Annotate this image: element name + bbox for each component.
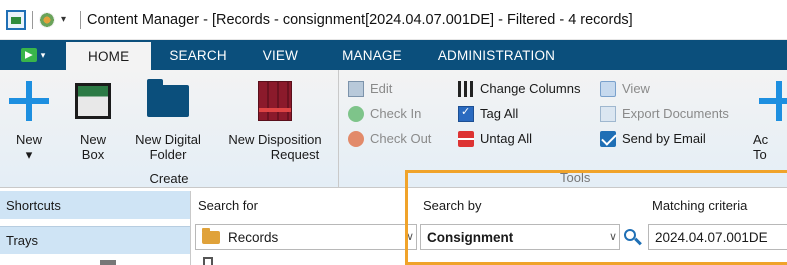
result-row-icon: [203, 257, 213, 265]
new-box-line1: New: [79, 132, 106, 147]
new-disposition-request-button[interactable]: New Disposition Request: [214, 76, 336, 162]
check-out-button[interactable]: Check Out: [348, 130, 431, 147]
ribbon-panel: New ▾ New Box New Digital Folder New Dis…: [0, 70, 787, 188]
change-columns-label: Change Columns: [480, 81, 581, 96]
ribbon-tab-bar: ▾ HOME SEARCH VIEW MANAGE ADMINISTRATION: [0, 40, 787, 70]
folder-icon: [147, 79, 189, 117]
app-logo-icon[interactable]: [6, 9, 26, 30]
new-box-line2: Box: [81, 147, 105, 162]
tag-all-icon: [458, 105, 474, 122]
quick-access-dropdown-icon[interactable]: ▾: [61, 14, 66, 25]
tools-group-label: Tools: [560, 170, 591, 185]
matching-criteria-label: Matching criteria: [652, 198, 748, 213]
new-button-label: New: [15, 132, 42, 147]
tray-item-stub: [100, 260, 116, 265]
trays-header[interactable]: Trays: [0, 226, 190, 254]
title-separator: [32, 10, 33, 29]
columns-icon: [458, 80, 474, 97]
tag-all-label: Tag All: [480, 106, 519, 121]
tab-view[interactable]: VIEW: [245, 40, 316, 70]
change-columns-button[interactable]: Change Columns: [458, 80, 580, 97]
search-handle: [634, 237, 642, 246]
new-disposition-line1: New Disposition: [228, 132, 322, 147]
new-disposition-line2: Request: [270, 147, 320, 162]
view-button[interactable]: View: [600, 80, 729, 97]
title-bar: ▾ Content Manager - [Records - consignme…: [0, 0, 787, 40]
tools-column-3: View Export Documents Send by Email: [600, 80, 729, 147]
export-documents-button[interactable]: Export Documents: [600, 105, 729, 122]
search-by-dropdown[interactable]: Consignment ∨: [420, 224, 620, 250]
check-out-label: Check Out: [370, 131, 432, 146]
search-for-value: Records: [228, 229, 279, 245]
search-icon[interactable]: [622, 227, 642, 251]
search-by-label: Search by: [423, 198, 482, 213]
plus-icon: [9, 81, 49, 121]
tab-manage[interactable]: MANAGE: [324, 40, 420, 70]
add-to-line1: Ac: [753, 132, 769, 147]
search-by-value: Consignment: [427, 229, 514, 245]
tag-all-button[interactable]: Tag All: [458, 105, 580, 122]
search-for-label: Search for: [198, 198, 258, 213]
quick-access-icon[interactable]: [39, 11, 55, 28]
edit-icon: [348, 80, 364, 97]
view-icon: [600, 80, 616, 97]
chevron-down-icon: ∨: [608, 231, 617, 243]
add-to-line2: To: [753, 147, 767, 162]
navigation-pane: Shortcuts Trays: [0, 191, 190, 265]
add-to-button[interactable]: Ac To: [753, 76, 787, 162]
edit-label: Edit: [370, 81, 393, 96]
untag-all-button[interactable]: Untag All: [458, 130, 580, 147]
matching-criteria-value: 2024.04.07.001DE: [655, 229, 768, 245]
check-out-icon: [348, 130, 364, 147]
send-by-email-button[interactable]: Send by Email: [600, 130, 729, 147]
tools-column-2: Change Columns Tag All Untag All: [458, 80, 580, 147]
new-digital-folder-line1: New Digital: [135, 132, 201, 147]
new-button[interactable]: New ▾: [9, 76, 49, 162]
tab-search[interactable]: SEARCH: [151, 40, 244, 70]
add-plus-icon: [759, 81, 787, 121]
disposition-icon: [258, 81, 292, 121]
chevron-down-icon: ∨: [405, 231, 414, 243]
check-in-icon: [348, 105, 364, 122]
check-in-button[interactable]: Check In: [348, 105, 431, 122]
export-documents-label: Export Documents: [622, 106, 729, 121]
check-in-label: Check In: [370, 106, 422, 121]
email-icon: [600, 130, 616, 147]
box-icon: [75, 83, 111, 119]
new-digital-folder-button[interactable]: New Digital Folder: [127, 76, 209, 162]
records-folder-icon: [202, 227, 220, 244]
create-group: New ▾ New Box New Digital Folder New Dis…: [0, 70, 339, 188]
new-button-caret: ▾: [25, 147, 33, 162]
new-digital-folder-line2: Folder: [149, 147, 187, 162]
export-icon: [600, 105, 616, 122]
untag-all-icon: [458, 130, 474, 147]
tools-column-1: Edit Check In Check Out: [348, 80, 431, 147]
file-menu-icon: [20, 48, 37, 62]
create-group-label: Create: [149, 171, 189, 186]
matching-criteria-input[interactable]: 2024.04.07.001DE: [648, 224, 787, 250]
view-label: View: [622, 81, 650, 96]
new-box-button[interactable]: New Box: [73, 76, 113, 162]
file-menu-button[interactable]: ▾: [0, 40, 66, 70]
tab-home[interactable]: HOME: [66, 40, 152, 70]
send-by-email-label: Send by Email: [622, 131, 706, 146]
shortcuts-header[interactable]: Shortcuts: [0, 191, 190, 219]
chevron-down-icon: ▾: [40, 49, 46, 60]
search-for-dropdown[interactable]: Records ∨: [195, 224, 417, 250]
untag-all-label: Untag All: [480, 131, 533, 146]
window-title: Content Manager - [Records - consignment…: [87, 11, 633, 28]
title-separator-2: [80, 10, 82, 29]
edit-button[interactable]: Edit: [348, 80, 431, 97]
tab-administration[interactable]: ADMINISTRATION: [420, 40, 573, 70]
